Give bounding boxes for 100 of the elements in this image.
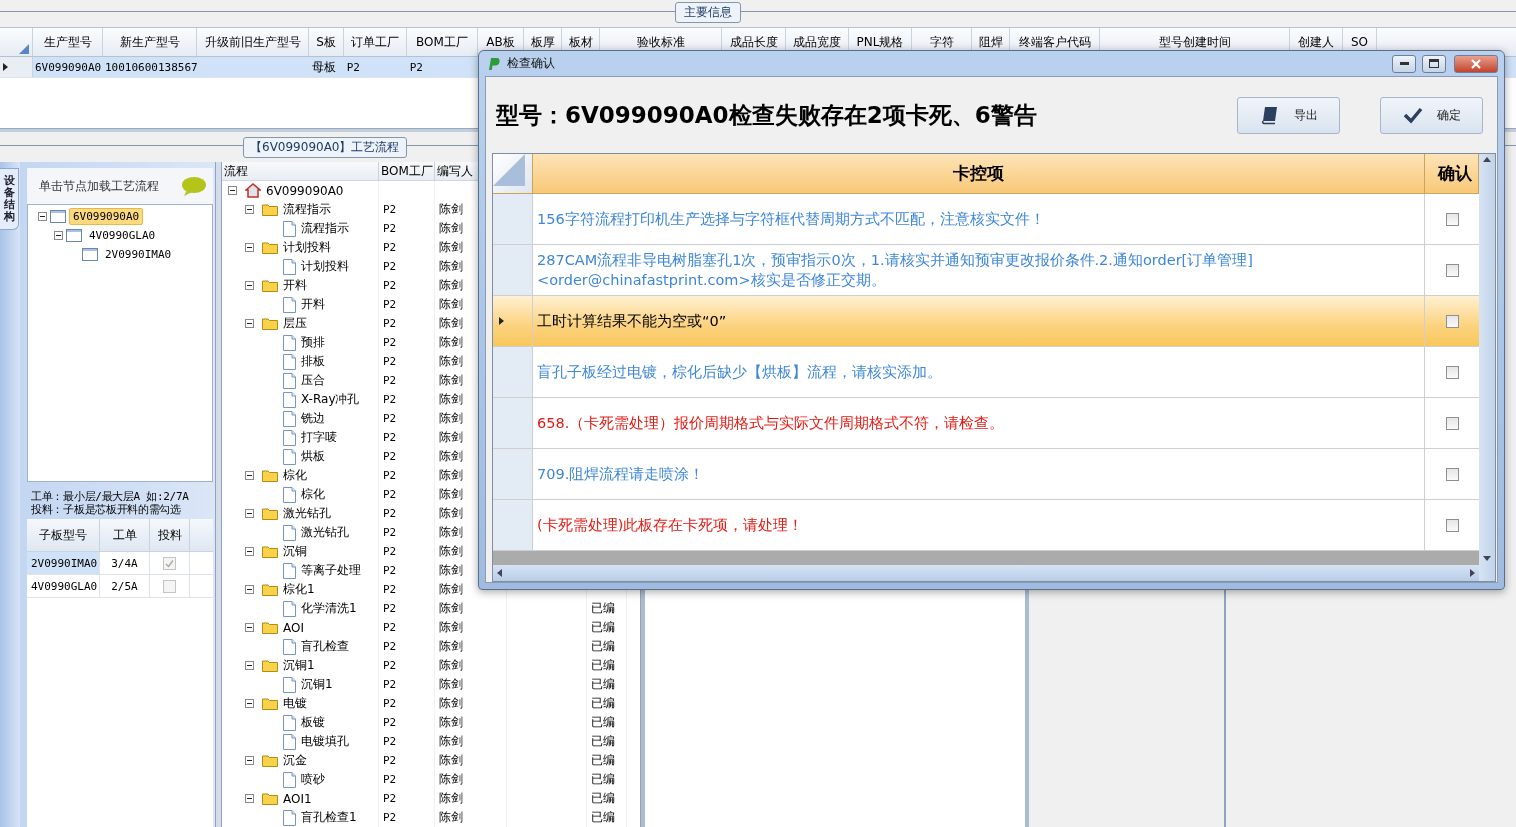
process-step[interactable]: 喷砂 bbox=[301, 771, 325, 788]
process-step[interactable]: 盲孔检查 bbox=[301, 638, 349, 655]
process-step[interactable]: 沉金 bbox=[283, 752, 307, 769]
close-button[interactable] bbox=[1454, 54, 1498, 73]
process-step[interactable]: 排板 bbox=[301, 353, 325, 370]
collapse-icon[interactable] bbox=[245, 699, 254, 708]
collapse-icon[interactable] bbox=[38, 212, 47, 221]
collapse-icon[interactable] bbox=[245, 509, 254, 518]
maximize-button[interactable] bbox=[1422, 54, 1446, 73]
confirm-button[interactable]: 确定 bbox=[1380, 96, 1483, 134]
process-step[interactable]: 激光钻孔 bbox=[283, 505, 331, 522]
process-step[interactable]: 电镀 bbox=[283, 695, 307, 712]
process-step[interactable]: 打字唛 bbox=[301, 429, 337, 446]
process-step[interactable]: 棕化1 bbox=[283, 581, 315, 598]
scroll-right-icon[interactable] bbox=[1470, 569, 1475, 577]
vertical-scrollbar[interactable] bbox=[1479, 154, 1495, 581]
column-header[interactable]: 新生产型号 bbox=[103, 28, 197, 56]
process-step[interactable]: 铣边 bbox=[301, 410, 325, 427]
checkbox[interactable] bbox=[163, 579, 176, 593]
process-step[interactable]: 棕化 bbox=[283, 467, 307, 484]
document-icon bbox=[283, 524, 296, 541]
side-tab[interactable]: 设备结构 bbox=[0, 168, 19, 231]
collapse-icon[interactable] bbox=[245, 243, 254, 252]
table-cell: 陈剑 bbox=[439, 315, 463, 332]
scroll-up-icon[interactable] bbox=[1483, 157, 1491, 162]
process-step[interactable]: X-Ray冲孔 bbox=[301, 391, 360, 408]
collapse-icon[interactable] bbox=[54, 231, 63, 240]
folder-icon bbox=[262, 507, 278, 520]
collapse-icon[interactable] bbox=[245, 661, 254, 670]
process-step[interactable]: 等离子处理 bbox=[301, 562, 361, 579]
process-step[interactable]: AOI1 bbox=[283, 791, 312, 806]
column-header[interactable]: 生产型号 bbox=[33, 28, 103, 56]
process-step[interactable]: 6V099090A0 bbox=[266, 183, 344, 198]
column-header[interactable]: 流程 bbox=[222, 162, 379, 180]
process-step[interactable]: 盲孔检查1 bbox=[301, 809, 357, 826]
process-step[interactable]: 化学清洗1 bbox=[301, 600, 357, 617]
process-step[interactable]: 流程指示 bbox=[301, 220, 349, 237]
process-step[interactable]: 沉铜 bbox=[283, 543, 307, 560]
minimize-button[interactable] bbox=[1392, 54, 1416, 73]
collapse-icon[interactable] bbox=[245, 319, 254, 328]
confirm-checkbox[interactable] bbox=[1445, 518, 1459, 532]
scroll-down-icon[interactable] bbox=[1483, 556, 1491, 561]
column-header[interactable]: 卡控项 bbox=[533, 154, 1425, 193]
process-step[interactable]: 烘板 bbox=[301, 448, 325, 465]
table-cell: P2 bbox=[383, 450, 397, 463]
confirm-checkbox[interactable] bbox=[1445, 314, 1459, 328]
tree-node[interactable]: 4V0990GLA0 bbox=[85, 227, 160, 244]
horizontal-scrollbar[interactable] bbox=[493, 565, 1479, 581]
process-step[interactable]: 计划投料 bbox=[283, 239, 331, 256]
table-cell[interactable]: 2V0990IMA0 bbox=[27, 552, 100, 574]
column-header[interactable]: 投料 bbox=[150, 519, 190, 551]
process-step[interactable]: 棕化 bbox=[301, 486, 325, 503]
tree-node[interactable]: 2V0990IMA0 bbox=[101, 246, 176, 263]
process-step[interactable]: 板镀 bbox=[301, 714, 325, 731]
process-step[interactable]: 激光钻孔 bbox=[301, 524, 349, 541]
table-cell: 陈剑 bbox=[439, 695, 463, 712]
collapse-icon[interactable] bbox=[245, 756, 254, 765]
document-icon bbox=[283, 296, 296, 313]
collapse-icon[interactable] bbox=[228, 186, 237, 195]
column-header[interactable]: 订单工厂 bbox=[344, 28, 407, 56]
process-step[interactable]: 沉铜1 bbox=[283, 657, 315, 674]
export-button[interactable]: 导出 bbox=[1237, 96, 1340, 134]
checkbox[interactable] bbox=[163, 556, 176, 570]
table-cell: 陈剑 bbox=[439, 467, 463, 484]
confirm-checkbox[interactable] bbox=[1445, 212, 1459, 226]
column-header[interactable]: 子板型号 bbox=[27, 519, 100, 551]
collapse-icon[interactable] bbox=[245, 205, 254, 214]
process-step[interactable]: 电镀填孔 bbox=[301, 733, 349, 750]
collapse-icon[interactable] bbox=[245, 471, 254, 480]
document-icon bbox=[283, 448, 296, 465]
scroll-left-icon[interactable] bbox=[497, 569, 502, 577]
collapse-icon[interactable] bbox=[245, 585, 254, 594]
column-header[interactable]: S板 bbox=[309, 28, 344, 56]
confirm-checkbox[interactable] bbox=[1445, 416, 1459, 430]
process-step[interactable]: 压合 bbox=[301, 372, 325, 389]
tree-node[interactable]: 6V099090A0 bbox=[69, 208, 144, 225]
process-step[interactable]: 计划投料 bbox=[301, 258, 349, 275]
confirm-checkbox[interactable] bbox=[1445, 467, 1459, 481]
column-header[interactable]: BOM工厂 bbox=[379, 162, 435, 180]
table-cell: 陈剑 bbox=[439, 657, 463, 674]
process-step[interactable]: 流程指示 bbox=[283, 201, 331, 218]
process-step[interactable]: 沉铜1 bbox=[301, 676, 333, 693]
collapse-icon[interactable] bbox=[245, 623, 254, 632]
column-header[interactable]: BOM工厂 bbox=[407, 28, 478, 56]
table-cell: 陈剑 bbox=[439, 486, 463, 503]
confirm-checkbox[interactable] bbox=[1445, 263, 1459, 277]
process-step[interactable]: 层压 bbox=[283, 315, 307, 332]
collapse-icon[interactable] bbox=[245, 547, 254, 556]
confirm-checkbox[interactable] bbox=[1445, 365, 1459, 379]
process-step[interactable]: 开料 bbox=[301, 296, 325, 313]
table-cell: P2 bbox=[383, 811, 397, 824]
process-step[interactable]: AOI bbox=[283, 620, 304, 635]
process-step[interactable]: 预排 bbox=[301, 334, 325, 351]
column-header[interactable]: 工单 bbox=[100, 519, 150, 551]
table-cell[interactable]: 4V0990GLA0 bbox=[27, 575, 100, 597]
collapse-icon[interactable] bbox=[245, 794, 254, 803]
column-header[interactable]: 升级前旧生产型号 bbox=[197, 28, 309, 56]
collapse-icon[interactable] bbox=[245, 281, 254, 290]
row-header bbox=[493, 245, 533, 295]
process-step[interactable]: 开料 bbox=[283, 277, 307, 294]
